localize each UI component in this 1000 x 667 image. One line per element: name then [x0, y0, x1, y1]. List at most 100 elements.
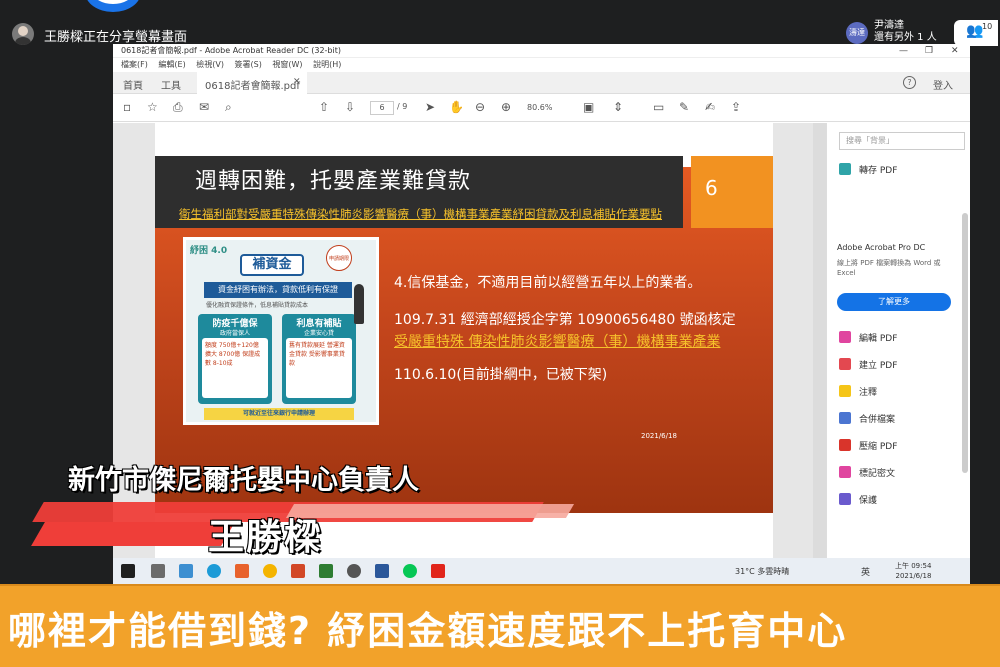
mail-app-icon[interactable]	[179, 564, 193, 578]
tool-protect[interactable]: 保護	[839, 493, 877, 509]
next-page-icon[interactable]: ⇩	[345, 100, 355, 114]
zoom-in-icon[interactable]: ⊕	[501, 100, 511, 114]
tool-comment[interactable]: 注釋	[839, 385, 877, 401]
tool-label: 合併檔案	[859, 415, 896, 425]
tool-label: 注釋	[859, 388, 878, 398]
obs-icon[interactable]	[347, 564, 361, 578]
edit-pdf-icon	[839, 331, 851, 343]
comment-tool-icon	[839, 385, 851, 397]
poster-col-sub: 政府當保人	[219, 330, 250, 337]
participant-name: 尹濤達	[874, 20, 904, 31]
tool-edit-pdf[interactable]: 編輯 PDF	[839, 331, 897, 347]
people-button[interactable]: 👥 10	[954, 20, 998, 46]
tools-panel: 搜尋「背景」 轉存 PDF Adobe Acrobat Pro DC 線上將 P…	[826, 123, 970, 558]
poster-label: 紓困 4.0	[190, 246, 228, 256]
screen-root: 王勝樑正在分享螢幕畫面 濤達 尹濤達 還有另外 1 人 👥 10 0618記者會…	[0, 0, 1000, 667]
zoom-out-icon[interactable]: ⊖	[475, 100, 485, 114]
lower-third-stripe-light	[285, 504, 575, 518]
print-icon[interactable]: ⎙	[173, 100, 183, 115]
select-cursor-icon[interactable]: ➤	[425, 100, 435, 114]
tool-compress[interactable]: 壓縮 PDF	[839, 439, 897, 455]
tab-tools[interactable]: 工具	[161, 77, 181, 92]
poster-column-interest: 利息有補貼 企業安心貸 舊有貸款展延 營運資金貸款 受影響事業貸款	[282, 314, 356, 404]
create-pdf-icon	[839, 358, 851, 370]
lower-third-stripe	[31, 522, 235, 546]
chrome-icon[interactable]	[263, 564, 277, 578]
office-icon[interactable]	[235, 564, 249, 578]
menu-window[interactable]: 視窗(W)	[272, 58, 302, 72]
page-fit-icon[interactable]: ▣	[583, 100, 594, 114]
email-icon[interactable]: ✉	[199, 100, 209, 114]
maximize-icon[interactable]: ❐	[925, 44, 933, 58]
participant-more: 還有另外 1 人	[874, 32, 937, 43]
hand-icon[interactable]: ✋	[449, 100, 464, 114]
word-icon[interactable]	[375, 564, 389, 578]
sign-icon[interactable]: ✍	[705, 100, 715, 114]
minimize-icon[interactable]: —	[899, 44, 908, 58]
relief-poster: 紓困 4.0 補資金 申請期限 資金紓困有辦法，貸款低利有保證 優化融資保證條件…	[183, 237, 379, 425]
poster-column-guarantee: 防疫千億保 政府當保人 額度 750億+120億 擴大 8700億 保證成數 8…	[198, 314, 272, 404]
weather-widget[interactable]: 31°C 多雲時晴	[735, 566, 789, 577]
poster-subheading: 資金紓困有辦法，貸款低利有保證	[204, 282, 352, 298]
save-icon[interactable]: ▫	[123, 100, 131, 114]
tools-search-input[interactable]: 搜尋「背景」	[839, 132, 965, 150]
scroll-mode-icon[interactable]: ⇕	[613, 100, 623, 114]
people-icon: 👥	[966, 23, 984, 39]
acrobat-icon[interactable]	[431, 564, 445, 578]
prev-page-icon[interactable]: ⇧	[319, 100, 329, 114]
close-window-icon[interactable]: ✕	[951, 44, 959, 58]
menu-help[interactable]: 說明(H)	[313, 58, 341, 72]
pen-icon[interactable]: ✎	[679, 100, 689, 114]
ime-indicator[interactable]: 英	[861, 565, 870, 578]
help-icon[interactable]: ?	[903, 76, 916, 89]
tool-label: 標記密文	[859, 469, 896, 479]
tab-document[interactable]: 0618記者會簡報.pdf	[197, 72, 307, 94]
lower-third-role: 新竹市傑尼爾托嬰中心負責人	[68, 465, 419, 496]
tool-label: 轉存 PDF	[859, 166, 898, 176]
excel-icon[interactable]	[319, 564, 333, 578]
document-scrollbar[interactable]	[813, 123, 826, 558]
menu-sign[interactable]: 簽署(S)	[235, 58, 262, 72]
find-icon[interactable]: ⌕	[225, 100, 232, 115]
zoom-level-select[interactable]: 80.6%	[527, 101, 575, 115]
share-icon[interactable]: ⇪	[731, 100, 741, 114]
poster-col-sub: 企業安心貸	[303, 330, 334, 337]
taskview-icon[interactable]	[151, 564, 165, 578]
tab-close-icon[interactable]: ✕	[293, 77, 301, 87]
star-icon[interactable]: ☆	[147, 100, 158, 114]
meet-logo-icon	[85, 0, 141, 12]
tool-redact[interactable]: 標記密文	[839, 466, 895, 482]
tool-label: 保護	[859, 496, 878, 506]
comment-icon[interactable]: ▭	[653, 100, 664, 114]
slide-title-bar: 週轉困難，托嬰產業難貸款 衛生福利部對受嚴重特殊傳染性肺炎影響醫療（事）機構事業…	[155, 156, 683, 228]
menu-edit[interactable]: 編輯(E)	[158, 58, 185, 72]
compress-pdf-icon	[839, 439, 851, 451]
line-icon[interactable]	[403, 564, 417, 578]
toolbar: ▫ ☆ ⎙ ✉ ⌕ ⇧ ⇩ 6 / 9 ➤ ✋ ⊖ ⊕ 80.6% ▣ ⇕ ▭ …	[113, 94, 970, 122]
taskbar-clock[interactable]: 上午 09:54 2021/6/18	[895, 561, 931, 581]
powerpoint-icon[interactable]	[291, 564, 305, 578]
menu-bar: 檔案(F) 編輯(E) 檢視(V) 簽署(S) 視窗(W) 說明(H)	[113, 58, 970, 72]
window-title: 0618記者會簡報.pdf - Adobe Acrobat Reader DC …	[113, 44, 970, 58]
participant-avatar[interactable]: 濤達	[846, 22, 868, 44]
headline-text: 哪裡才能借到錢? 紓困金額速度跟不上托育中心	[8, 609, 848, 653]
edge-icon[interactable]	[207, 564, 221, 578]
poster-col-body: 額度 750億+120億 擴大 8700億 保證成數 8-10成	[202, 338, 268, 398]
page-number-input[interactable]: 6	[370, 101, 394, 115]
tool-export-pdf[interactable]: 轉存 PDF	[839, 163, 897, 179]
tool-create-pdf[interactable]: 建立 PDF	[839, 358, 897, 374]
start-icon[interactable]	[121, 564, 135, 578]
learn-more-button[interactable]: 了解更多	[837, 293, 951, 311]
tool-label: 壓縮 PDF	[859, 442, 898, 452]
promo-description: 線上將 PDF 檔案轉換為 Word 或 Excel	[837, 259, 941, 277]
poster-footer: 可就近至往來銀行申請辦理	[204, 408, 354, 420]
tool-combine[interactable]: 合併檔案	[839, 412, 895, 428]
export-pdf-icon	[839, 163, 851, 175]
tab-home[interactable]: 首頁	[123, 77, 143, 92]
tools-panel-scrollbar[interactable]	[962, 213, 968, 473]
signin-link[interactable]: 登入	[933, 77, 953, 92]
menu-view[interactable]: 檢視(V)	[196, 58, 224, 72]
menu-file[interactable]: 檔案(F)	[121, 58, 148, 72]
slide-text-line: 110.6.10(目前掛網中，已被下架)	[394, 367, 608, 383]
tab-bar: 首頁 工具 0618記者會簡報.pdf ✕ ? 登入	[113, 72, 970, 94]
